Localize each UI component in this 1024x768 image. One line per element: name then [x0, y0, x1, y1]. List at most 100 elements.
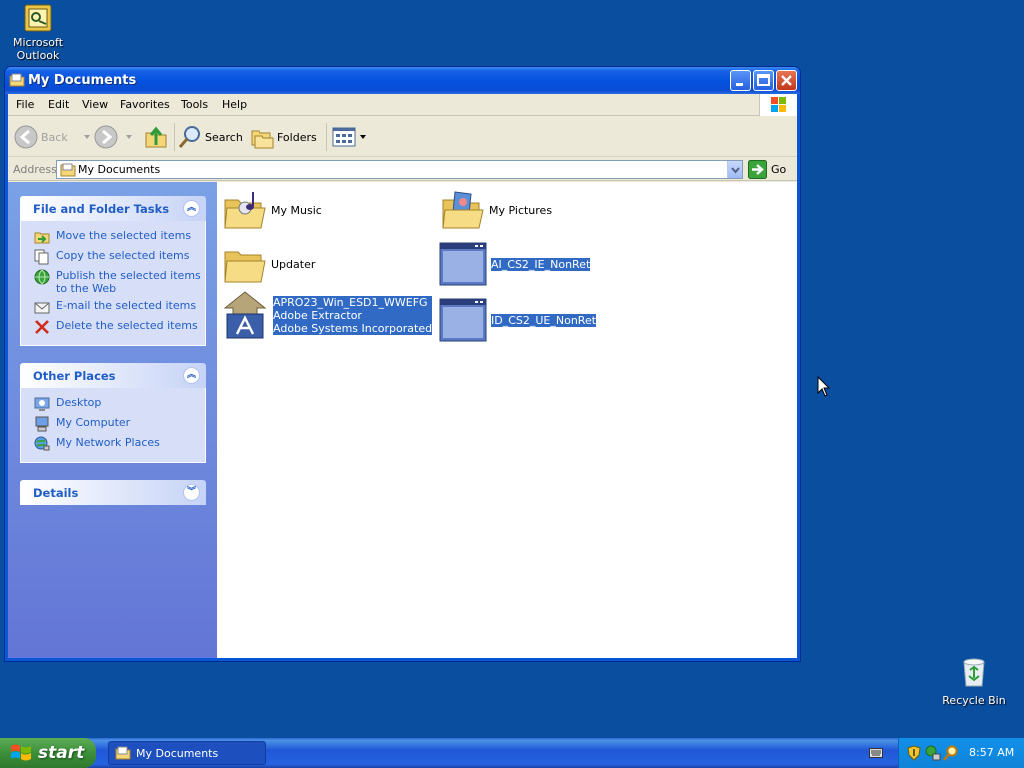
menu-favorites[interactable]: Favorites	[120, 98, 170, 111]
toolbar: Back Search Folders	[8, 117, 797, 157]
close-button[interactable]	[776, 70, 797, 91]
place-network[interactable]: My Network Places	[21, 434, 205, 454]
task-email[interactable]: E-mail the selected items	[21, 297, 205, 317]
toolbar-separator	[174, 123, 175, 151]
desktop-icon-outlook[interactable]: Microsoft Outlook	[0, 4, 76, 62]
go-button[interactable]: Go	[748, 160, 786, 179]
collapse-icon[interactable]: ︽	[183, 200, 200, 217]
windows-logo	[759, 94, 797, 116]
search-label: Search	[205, 130, 243, 144]
folders-button[interactable]: Folders	[250, 123, 317, 151]
up-folder-button[interactable]	[144, 123, 168, 151]
maximize-icon	[757, 74, 770, 86]
minimize-button[interactable]	[730, 70, 751, 91]
start-button[interactable]: start	[0, 738, 96, 768]
windows-flag-icon	[11, 744, 31, 761]
desktop-icon-recycle-bin[interactable]: Recycle Bin	[936, 656, 1012, 707]
start-label: start	[38, 743, 85, 763]
menu-help[interactable]: Help	[222, 98, 247, 111]
task-copy[interactable]: Copy the selected items	[21, 247, 205, 267]
maximize-button[interactable]	[753, 70, 774, 91]
system-tray: 8:57 AM	[898, 738, 1024, 768]
chevron-down-icon	[360, 135, 366, 139]
adobe-extractor-icon	[223, 291, 267, 339]
item-label: ID_CS2_UE_NonRet	[491, 313, 597, 327]
collapse-icon[interactable]: ︽	[183, 367, 200, 384]
pictures-folder-icon	[442, 191, 484, 229]
recycle-bin-icon	[963, 658, 985, 687]
panel-header[interactable]: Details ︾	[20, 480, 206, 505]
desktop-icon-label: Recycle Bin	[942, 694, 1006, 707]
application-window-icon	[439, 242, 487, 286]
task-move[interactable]: Move the selected items	[21, 227, 205, 247]
search-tray-icon[interactable]	[943, 745, 959, 761]
file-id-cs2[interactable]: ID_CS2_UE_NonRet	[439, 298, 597, 342]
back-arrow-icon	[14, 125, 38, 149]
music-folder-icon	[224, 192, 266, 229]
task-label: Copy the selected items	[56, 249, 190, 262]
place-label: Desktop	[56, 396, 102, 409]
file-apro23-extractor[interactable]: APRO23_Win_ESD1_WWEFG Adobe Extractor Ad…	[221, 290, 433, 340]
task-delete[interactable]: Delete the selected items	[21, 317, 205, 337]
menu-view[interactable]: View	[82, 98, 108, 111]
go-label: Go	[771, 163, 787, 176]
folder-icon	[224, 251, 266, 283]
views-button[interactable]	[332, 123, 367, 151]
security-shield-icon[interactable]	[907, 745, 921, 761]
chevron-down-icon	[126, 135, 132, 139]
forward-arrow-icon	[94, 125, 118, 149]
details-panel: Details ︾	[20, 480, 206, 505]
item-label-line2: Adobe Extractor	[273, 308, 433, 322]
folders-label: Folders	[277, 130, 317, 144]
file-ai-cs2[interactable]: AI_CS2_IE_NonRet	[439, 242, 591, 286]
folder-icon	[60, 163, 76, 177]
place-desktop[interactable]: Desktop	[21, 394, 205, 414]
close-icon	[781, 75, 792, 86]
folder-updater[interactable]: Updater	[223, 242, 315, 286]
item-label-text: AI_CS2_IE_NonRet	[491, 257, 591, 271]
go-arrow-icon	[748, 160, 767, 179]
address-value: My Documents	[78, 163, 161, 176]
folder-icon	[115, 746, 131, 760]
item-label-line3: Adobe Systems Incorporated	[273, 321, 433, 335]
address-label: Address	[13, 163, 57, 176]
task-label: Move the selected items	[56, 229, 192, 242]
panel-header[interactable]: File and Folder Tasks ︽	[20, 196, 206, 221]
forward-button[interactable]	[94, 123, 133, 151]
keyboard-icon[interactable]	[869, 748, 883, 758]
file-list-view: My Music My Pictures Updater AI_CS2_IE_N…	[217, 182, 797, 658]
menu-file[interactable]: File	[16, 98, 34, 111]
expand-icon[interactable]: ︾	[183, 484, 200, 501]
task-pane: File and Folder Tasks ︽ Move the selecte…	[8, 182, 217, 658]
move-icon	[34, 232, 50, 244]
address-dropdown-button[interactable]	[727, 161, 742, 178]
item-label: Updater	[271, 257, 316, 271]
panel-body: Desktop My Computer My Network Places	[20, 388, 206, 463]
taskbar-button-my-documents[interactable]: My Documents	[108, 741, 266, 765]
explorer-window: My Documents File Edit View Favorites To…	[4, 66, 801, 662]
back-button[interactable]: Back	[14, 123, 91, 151]
toolbar-separator	[326, 123, 327, 151]
menu-edit[interactable]: Edit	[48, 98, 69, 111]
task-label: E-mail the selected items	[56, 299, 197, 312]
network-status-icon[interactable]	[925, 745, 941, 761]
folder-my-music[interactable]: My Music	[223, 188, 322, 232]
title-bar[interactable]: My Documents	[5, 67, 800, 94]
delete-icon	[35, 320, 49, 334]
other-places-panel: Other Places ︽ Desktop My Computer My Ne…	[20, 363, 206, 463]
item-label: APRO23_Win_ESD1_WWEFG Adobe Extractor Ad…	[273, 295, 433, 335]
taskbar: start My Documents 8:57 AM	[0, 738, 1024, 768]
address-bar: Address My Documents Go	[8, 158, 797, 181]
back-label: Back	[41, 130, 68, 144]
folder-my-pictures[interactable]: My Pictures	[441, 188, 552, 232]
place-my-computer[interactable]: My Computer	[21, 414, 205, 434]
application-window-icon	[439, 298, 487, 342]
task-label: Publish the selected items to the Web	[56, 269, 201, 295]
outlook-icon	[24, 4, 52, 32]
address-input[interactable]: My Documents	[56, 160, 743, 179]
search-button[interactable]: Search	[178, 123, 243, 151]
folders-icon	[251, 130, 274, 149]
panel-header[interactable]: Other Places ︽	[20, 363, 206, 388]
menu-tools[interactable]: Tools	[181, 98, 208, 111]
task-publish[interactable]: Publish the selected items to the Web	[21, 267, 205, 297]
